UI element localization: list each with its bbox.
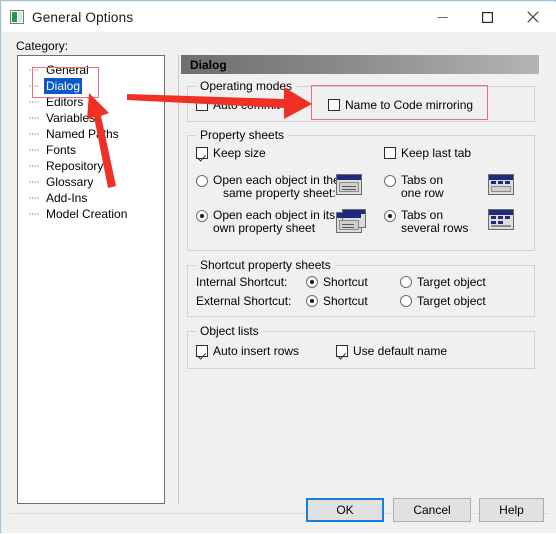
checkbox-keep-size[interactable]: Keep size <box>196 146 266 160</box>
minimize-icon[interactable] <box>420 2 465 32</box>
tree-connector-icon: ···· <box>28 144 40 156</box>
ok-button[interactable]: OK <box>306 498 384 522</box>
tree-item-add-ins[interactable]: ···· Add-Ins <box>18 190 164 206</box>
tree-connector-icon: ···· <box>28 208 40 220</box>
tree-connector-icon: ···· <box>28 160 40 172</box>
radio-icon <box>196 210 208 222</box>
radio-tabs-on-one-row[interactable]: Tabs on one row <box>384 174 444 200</box>
group-title-object-lists: Object lists <box>196 324 263 338</box>
tree-connector-icon: ···· <box>28 112 40 124</box>
checkbox-keep-last-tab[interactable]: Keep last tab <box>384 146 471 160</box>
checkbox-icon <box>336 345 348 357</box>
group-operating-modes: Operating modes Auto commit Name to Code… <box>187 79 535 122</box>
group-object-lists: Object lists Auto insert rows Use defaul… <box>187 324 535 369</box>
radio-tabs-on-several-rows[interactable]: Tabs on several rows <box>384 209 468 235</box>
category-tree[interactable]: ···· General ···· Dialog ···· Editors ··… <box>17 55 165 504</box>
group-title-property-sheets: Property sheets <box>196 128 289 142</box>
radio-icon <box>384 175 396 187</box>
tree-connector-icon: ···· <box>28 80 40 92</box>
dialog-body: Category: ···· General ···· Dialog ···· … <box>2 32 556 533</box>
tree-item-fonts[interactable]: ···· Fonts <box>18 142 164 158</box>
radio-open-same-property-sheet[interactable]: Open each object in the same property she… <box>196 174 340 200</box>
radio-icon <box>400 276 412 288</box>
checkbox-auto-commit[interactable]: Auto commit <box>196 98 280 112</box>
checkbox-use-default-name[interactable]: Use default name <box>336 344 447 358</box>
checkbox-icon <box>196 99 208 111</box>
checkbox-icon <box>196 147 208 159</box>
checkbox-icon <box>328 99 340 111</box>
checkbox-icon <box>196 345 208 357</box>
tree-item-repository[interactable]: ···· Repository <box>18 158 164 174</box>
close-icon[interactable] <box>510 2 555 32</box>
preview-tabs-several-rows-icon <box>488 209 514 230</box>
window-controls <box>420 2 555 32</box>
tree-connector-icon: ···· <box>28 128 40 140</box>
tree-item-glossary[interactable]: ···· Glossary <box>18 174 164 190</box>
pane-title: Dialog <box>181 55 539 74</box>
radio-icon <box>196 175 208 187</box>
radio-internal-shortcut[interactable]: Shortcut <box>306 275 368 289</box>
radio-external-target-object[interactable]: Target object <box>400 294 486 308</box>
general-options-dialog: General Options Category: ···· General ·… <box>0 0 556 533</box>
options-pane: Dialog Operating modes Auto commit Name … <box>178 55 542 504</box>
preview-multiple-sheets-icon <box>336 209 366 233</box>
tree-connector-icon: ···· <box>28 192 40 204</box>
tree-connector-icon: ···· <box>28 64 40 76</box>
checkbox-name-to-code-mirroring[interactable]: Name to Code mirroring <box>328 98 473 112</box>
radio-internal-target-object[interactable]: Target object <box>400 275 486 289</box>
checkbox-auto-insert-rows[interactable]: Auto insert rows <box>196 344 299 358</box>
maximize-icon[interactable] <box>465 2 510 32</box>
tree-item-dialog[interactable]: ···· Dialog <box>18 78 164 94</box>
group-shortcut-property-sheets: Shortcut property sheets Internal Shortc… <box>187 258 535 317</box>
title-bar: General Options <box>2 2 556 32</box>
tab-strip-icon <box>491 181 511 185</box>
tree-connector-icon: ···· <box>28 96 40 108</box>
radio-icon <box>306 295 318 307</box>
radio-icon <box>400 295 412 307</box>
app-icon <box>10 10 24 24</box>
checkbox-icon <box>384 147 396 159</box>
radio-open-own-property-sheet[interactable]: Open each object in its own property shee… <box>196 209 335 235</box>
preview-tabs-one-row-icon <box>488 174 514 195</box>
tree-item-model-creation[interactable]: ···· Model Creation <box>18 206 164 222</box>
label-external-shortcut: External Shortcut: <box>196 294 292 308</box>
preview-single-sheet-icon <box>336 174 362 195</box>
tree-item-variables[interactable]: ···· Variables <box>18 110 164 126</box>
group-property-sheets: Property sheets Keep size Keep last tab … <box>187 128 535 251</box>
tab-strip-icon <box>491 216 511 220</box>
radio-icon <box>306 276 318 288</box>
tree-item-general[interactable]: ···· General <box>18 62 164 78</box>
cancel-button[interactable]: Cancel <box>393 498 471 522</box>
radio-external-shortcut[interactable]: Shortcut <box>306 294 368 308</box>
tree-item-named-paths[interactable]: ···· Named Paths <box>18 126 164 142</box>
radio-icon <box>384 210 396 222</box>
category-label: Category: <box>16 39 69 53</box>
tree-connector-icon: ···· <box>28 176 40 188</box>
tree-item-editors[interactable]: ···· Editors <box>18 94 164 110</box>
window-title: General Options <box>32 9 134 25</box>
help-button[interactable]: Help <box>479 498 544 522</box>
group-title-operating-modes: Operating modes <box>196 79 297 93</box>
group-title-shortcut-property-sheets: Shortcut property sheets <box>196 258 335 272</box>
label-internal-shortcut: Internal Shortcut: <box>196 275 288 289</box>
